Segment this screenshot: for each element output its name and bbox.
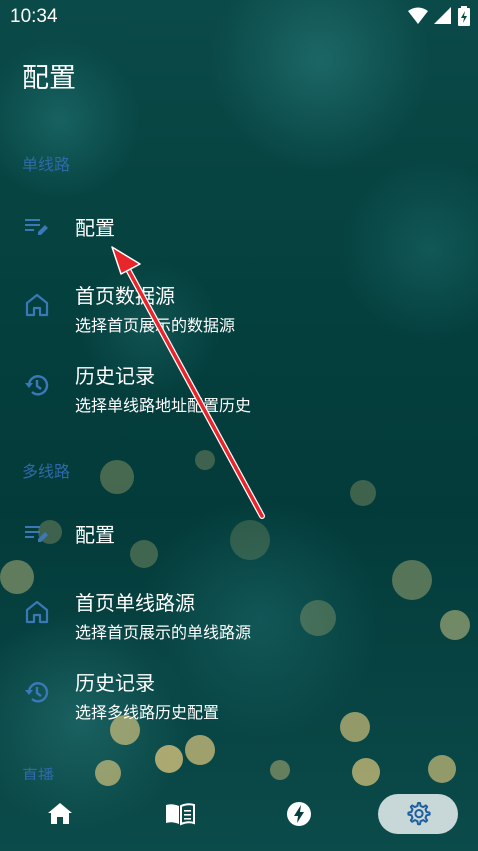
section-header-live: 直播 <box>22 766 55 780</box>
history-icon <box>25 375 49 396</box>
page-title: 配置 <box>22 63 76 94</box>
single-line-history-item[interactable]: 历史记录 选择单线路地址配置历史 <box>0 352 478 416</box>
bottom-navigation <box>0 790 478 851</box>
home-icon <box>25 293 49 317</box>
item-title: 配置 <box>75 216 115 240</box>
bokeh-light <box>100 460 134 494</box>
item-title: 历史记录 <box>75 364 155 388</box>
single-line-home-source-item[interactable]: 首页数据源 选择首页展示的数据源 <box>0 272 478 336</box>
nav-settings-button[interactable] <box>378 794 458 834</box>
battery-icon <box>458 6 470 26</box>
wifi-icon <box>408 7 428 24</box>
bokeh-light <box>350 480 376 506</box>
nav-home-button[interactable] <box>20 794 100 834</box>
bokeh-light <box>270 760 290 780</box>
section-header-single-line: 单线路 <box>22 155 71 174</box>
item-subtitle: 选择多线路历史配置 <box>75 703 220 722</box>
multi-line-home-source-item[interactable]: 首页单线路源 选择首页展示的单线路源 <box>0 579 478 643</box>
item-title: 配置 <box>75 523 115 547</box>
bokeh-light <box>428 755 456 783</box>
item-title: 历史记录 <box>75 671 155 695</box>
bokeh-light <box>95 760 121 786</box>
status-time: 10:34 <box>10 6 58 27</box>
book-icon <box>166 803 195 826</box>
item-subtitle: 选择首页展示的单线路源 <box>75 623 252 642</box>
edit-list-icon <box>25 526 48 542</box>
signal-icon <box>434 7 451 24</box>
nav-book-button[interactable] <box>140 794 220 834</box>
gear-icon <box>407 802 431 826</box>
item-subtitle: 选择首页展示的数据源 <box>75 316 236 335</box>
home-icon <box>25 600 49 624</box>
section-header-multi-line: 多线路 <box>22 462 71 481</box>
multi-line-config-item[interactable]: 配置 <box>0 507 478 561</box>
status-icons <box>408 6 470 26</box>
bokeh-light <box>155 745 183 773</box>
background <box>0 0 478 851</box>
item-title: 首页数据源 <box>75 284 175 308</box>
item-subtitle: 选择单线路地址配置历史 <box>75 396 252 415</box>
history-icon <box>25 682 49 703</box>
multi-line-history-item[interactable]: 历史记录 选择多线路历史配置 <box>0 659 478 723</box>
single-line-config-item[interactable]: 配置 <box>0 200 478 254</box>
bokeh-light <box>185 735 215 765</box>
nav-bolt-button[interactable] <box>259 794 339 834</box>
bokeh-light <box>352 758 380 786</box>
bokeh-light <box>195 450 215 470</box>
edit-list-icon <box>25 219 48 235</box>
status-bar: 10:34 <box>0 0 478 34</box>
bolt-icon <box>287 802 311 826</box>
item-title: 首页单线路源 <box>75 591 195 615</box>
home-icon <box>48 803 72 824</box>
